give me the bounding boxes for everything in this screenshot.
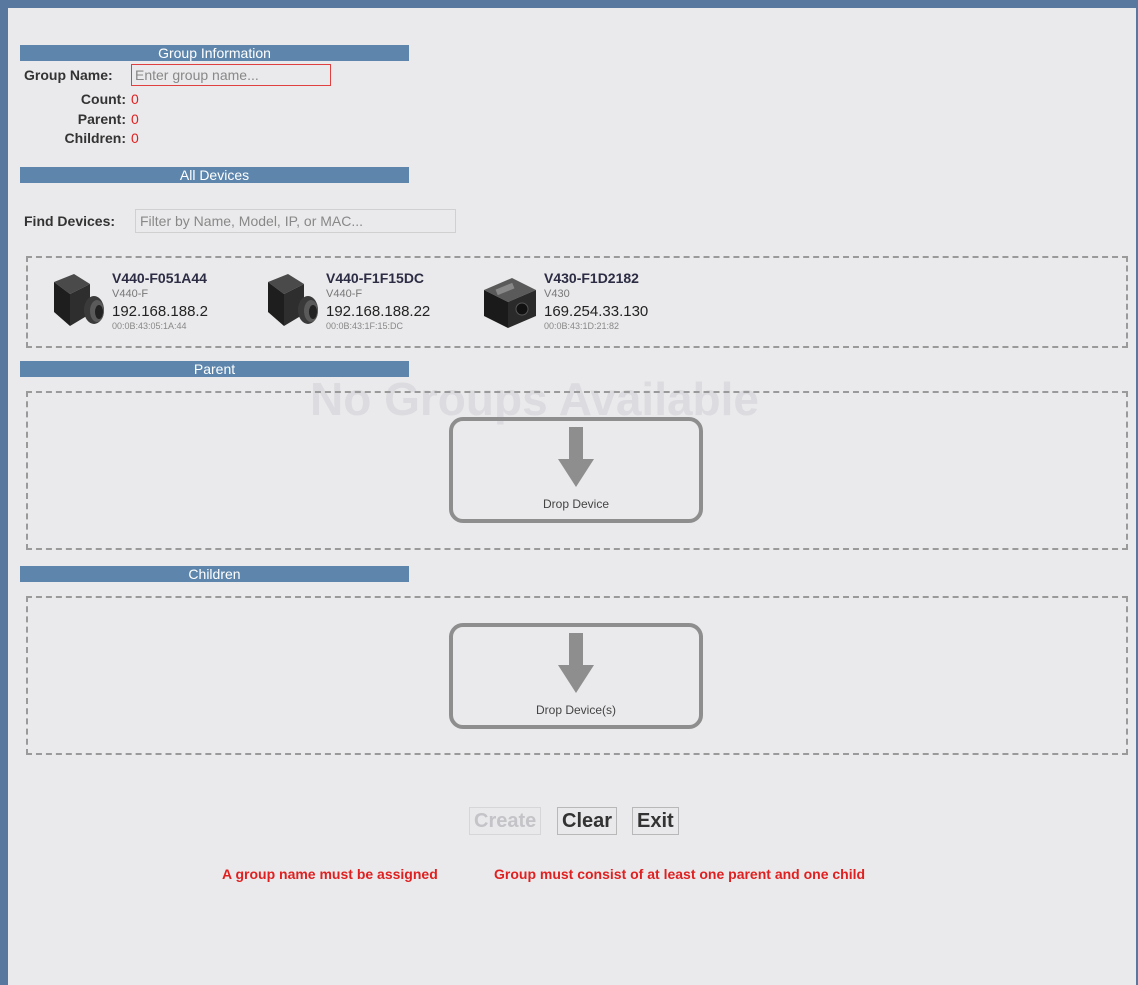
find-devices-label: Find Devices: (24, 213, 116, 229)
group-name-input[interactable] (131, 64, 331, 86)
children-value: 0 (131, 130, 139, 146)
group-name-error: A group name must be assigned (222, 866, 438, 882)
all-devices-header: All Devices (20, 167, 409, 183)
group-information-header: Group Information (20, 45, 409, 61)
device-name: V430-F1D2182 (544, 270, 639, 286)
window-frame-top (0, 0, 1138, 8)
device-name: V440-F051A44 (112, 270, 207, 286)
device-card[interactable]: V430-F1D2182 V430 169.254.33.130 00:0B:4… (482, 270, 682, 334)
parent-header: Parent (20, 361, 409, 377)
children-drop-label: Drop Device(s) (535, 703, 616, 717)
find-devices-input[interactable] (135, 209, 456, 233)
device-mac: 00:0B:43:1F:15:DC (326, 321, 404, 331)
arrow-down-icon (558, 427, 594, 487)
count-label: Count: (80, 91, 126, 107)
children-drop-target[interactable]: Drop Device(s) (449, 623, 703, 729)
device-card[interactable]: V440-F051A44 V440-F 192.168.188.2 00:0B:… (50, 270, 250, 334)
parent-drop-target[interactable]: Drop Device (449, 417, 703, 523)
window-frame-left (0, 0, 8, 985)
camera-v430-icon (484, 278, 536, 328)
create-button[interactable]: Create (469, 807, 542, 835)
group-name-label: Group Name: (24, 67, 113, 83)
count-value: 0 (131, 91, 139, 107)
camera-v440-icon (268, 274, 318, 326)
children-header: Children (20, 566, 409, 582)
device-model: V440-F (326, 288, 363, 300)
parent-value: 0 (131, 111, 139, 127)
parent-drop-label: Drop Device (542, 497, 610, 511)
device-ip: 169.254.33.130 (544, 303, 649, 320)
device-mac: 00:0B:43:05:1A:44 (112, 321, 187, 331)
device-name: V440-F1F15DC (326, 270, 425, 286)
device-model: V440-F (112, 288, 149, 300)
device-ip: 192.168.188.2 (112, 303, 208, 320)
camera-v440-icon (54, 274, 104, 326)
device-card[interactable]: V440-F1F15DC V440-F 192.168.188.22 00:0B… (264, 270, 464, 334)
arrow-down-icon (558, 633, 594, 693)
group-members-error: Group must consist of at least one paren… (494, 866, 866, 882)
device-mac: 00:0B:43:1D:21:82 (544, 321, 620, 331)
parent-label: Parent: (77, 111, 126, 127)
device-ip: 192.168.188.22 (326, 303, 431, 320)
clear-button[interactable]: Clear (557, 807, 618, 835)
exit-button[interactable]: Exit (632, 807, 679, 835)
device-model: V430 (544, 288, 570, 300)
children-label: Children: (64, 130, 126, 146)
